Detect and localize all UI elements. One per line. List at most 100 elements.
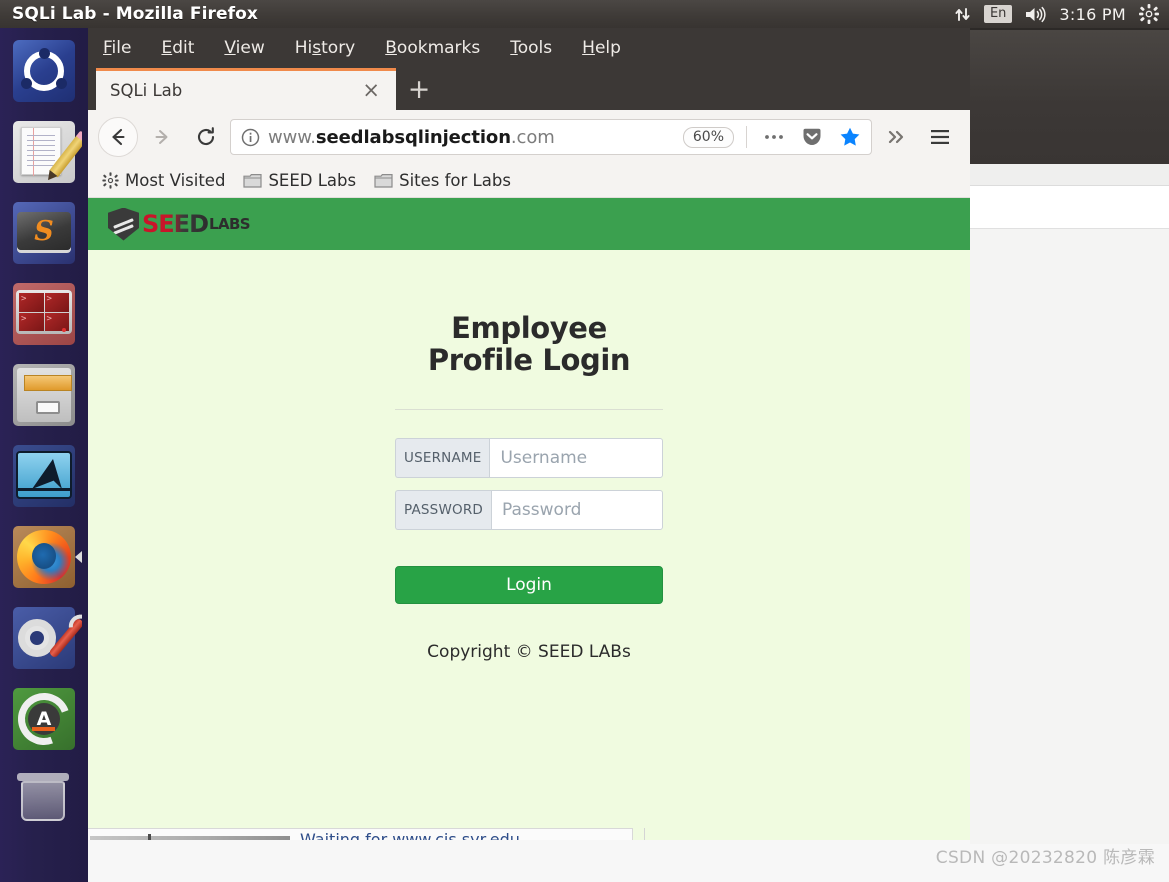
unity-launcher: S > > > > A bbox=[0, 28, 88, 882]
username-label: USERNAME bbox=[395, 437, 490, 478]
seed-shield-icon bbox=[108, 207, 139, 241]
logo-labs-text: LABS bbox=[209, 215, 251, 233]
login-section: Employee Profile Login USERNAME PASSWORD… bbox=[88, 250, 970, 662]
menu-file-label: ile bbox=[111, 38, 132, 58]
folder-icon bbox=[243, 173, 263, 189]
keyboard-language-indicator[interactable]: En bbox=[983, 5, 1013, 23]
wireshark-icon bbox=[13, 445, 75, 507]
screen: SQLi Lab - Mozilla Firefox En 3:16 PM S … bbox=[0, 0, 1169, 882]
firefox-icon bbox=[13, 526, 75, 588]
system-tray: En 3:16 PM bbox=[954, 4, 1169, 24]
info-circle-icon[interactable] bbox=[241, 128, 260, 147]
logo-seed-text: SEED bbox=[142, 210, 209, 238]
background-window-row-3 bbox=[970, 228, 1169, 844]
status-divider bbox=[644, 828, 645, 840]
launcher-item-files[interactable] bbox=[6, 357, 82, 433]
launcher-item-terminal[interactable] bbox=[6, 276, 82, 352]
tab-title: SQLi Lab bbox=[110, 81, 183, 100]
menu-help[interactable]: Help bbox=[579, 36, 624, 60]
url-prefix: www. bbox=[268, 126, 316, 148]
username-group: USERNAME bbox=[395, 437, 663, 478]
zoom-level-badge[interactable]: 60% bbox=[682, 126, 734, 148]
folder-icon bbox=[374, 173, 393, 189]
seed-labs-logo[interactable]: SEED LABS bbox=[108, 207, 251, 241]
site-header: SEED LABS bbox=[88, 198, 970, 250]
tab-strip: SQLi Lab × + bbox=[88, 68, 970, 110]
url-separator bbox=[746, 126, 747, 148]
bookmarks-toolbar: Most Visited SEED Labs Sites for Labs bbox=[88, 164, 970, 198]
gear-icon[interactable] bbox=[1139, 4, 1159, 24]
pocket-shield-icon[interactable] bbox=[797, 122, 827, 152]
url-domain: seedlabsqlinjection bbox=[315, 126, 511, 148]
status-bar: Waiting for www.cis.syr.edu... bbox=[88, 820, 970, 840]
menu-view[interactable]: View bbox=[221, 36, 267, 60]
menu-tools[interactable]: Tools bbox=[507, 36, 555, 60]
reload-icon[interactable] bbox=[186, 117, 226, 157]
new-tab-button[interactable]: + bbox=[396, 68, 442, 110]
sublime-text-icon: S bbox=[13, 202, 75, 264]
launcher-item-ubuntu-dash[interactable] bbox=[6, 33, 82, 109]
bookmark-seed-labs[interactable]: SEED Labs bbox=[243, 171, 356, 190]
web-page-content: SEED LABS Employee Profile Login USERNAM… bbox=[88, 198, 970, 840]
chevron-double-right-icon[interactable] bbox=[876, 117, 916, 157]
username-input[interactable] bbox=[489, 437, 663, 478]
login-button[interactable]: Login bbox=[395, 565, 663, 604]
password-input[interactable] bbox=[491, 489, 663, 530]
bookmark-sites-for-labs[interactable]: Sites for Labs bbox=[374, 171, 511, 190]
unity-top-panel: SQLi Lab - Mozilla Firefox En 3:16 PM bbox=[0, 0, 1169, 28]
star-filled-icon[interactable] bbox=[835, 122, 865, 152]
terminal-icon bbox=[13, 283, 75, 345]
close-icon[interactable]: × bbox=[356, 80, 386, 101]
volume-icon[interactable] bbox=[1025, 6, 1046, 23]
tab-sqli-lab[interactable]: SQLi Lab × bbox=[96, 68, 396, 110]
launcher-item-sublime-text[interactable]: S bbox=[6, 195, 82, 271]
menu-history[interactable]: History bbox=[292, 36, 359, 60]
ellipsis-icon[interactable] bbox=[759, 122, 789, 152]
page-load-progress bbox=[90, 834, 290, 840]
ubuntu-logo-icon bbox=[13, 40, 75, 102]
background-window-row-2 bbox=[970, 186, 1169, 228]
launcher-item-software-updater[interactable]: A bbox=[6, 681, 82, 757]
bookmark-label: Sites for Labs bbox=[399, 171, 511, 190]
bookmark-label: SEED Labs bbox=[268, 171, 357, 190]
url-suffix: .com bbox=[510, 126, 555, 148]
bookmark-label: Most Visited bbox=[125, 171, 226, 190]
text-editor-icon bbox=[13, 121, 82, 183]
password-label: PASSWORD bbox=[395, 489, 492, 530]
firefox-window: File Edit View History Bookmarks Tools H… bbox=[88, 28, 970, 882]
divider bbox=[395, 408, 663, 410]
back-arrow-icon[interactable] bbox=[98, 117, 138, 157]
window-title: SQLi Lab - Mozilla Firefox bbox=[12, 4, 258, 24]
menu-edit[interactable]: Edit bbox=[158, 36, 197, 60]
launcher-item-firefox[interactable] bbox=[6, 519, 82, 595]
password-group: PASSWORD bbox=[395, 489, 663, 530]
page-title: Employee Profile Login bbox=[427, 311, 631, 378]
launcher-item-system-settings[interactable] bbox=[6, 600, 82, 676]
watermark: CSDN @20232820 陈彦霖 bbox=[935, 848, 1155, 868]
url-text[interactable]: www.seedlabsqlinjection.com bbox=[268, 127, 675, 148]
bookmark-most-visited[interactable]: Most Visited bbox=[102, 171, 225, 190]
navigation-toolbar: www.seedlabsqlinjection.com 60% bbox=[88, 110, 970, 164]
launcher-item-wireshark[interactable] bbox=[6, 438, 82, 514]
network-up-down-icon[interactable] bbox=[954, 6, 971, 23]
launcher-item-trash[interactable] bbox=[6, 762, 82, 838]
login-box: Employee Profile Login USERNAME PASSWORD… bbox=[395, 312, 663, 662]
copyright-text: Copyright © SEED LABs bbox=[427, 641, 631, 662]
launcher-item-text-editor[interactable] bbox=[6, 114, 82, 190]
file-manager-icon bbox=[13, 364, 75, 426]
most-visited-icon bbox=[102, 172, 119, 189]
software-updater-icon: A bbox=[9, 684, 79, 754]
status-bar-inner: Waiting for www.cis.syr.edu... bbox=[88, 828, 633, 840]
forward-arrow-icon[interactable] bbox=[142, 117, 182, 157]
status-text: Waiting for www.cis.syr.edu... bbox=[300, 830, 536, 840]
menu-file[interactable]: File bbox=[100, 36, 134, 60]
background-window-titlebar[interactable] bbox=[970, 28, 1169, 164]
url-bar[interactable]: www.seedlabsqlinjection.com 60% bbox=[230, 119, 872, 155]
background-window-row-1 bbox=[970, 164, 1169, 186]
running-indicator-icon bbox=[75, 551, 82, 563]
clock[interactable]: 3:16 PM bbox=[1059, 5, 1126, 24]
menu-bookmarks[interactable]: Bookmarks bbox=[382, 36, 483, 60]
trash-icon bbox=[13, 769, 75, 831]
hamburger-menu-icon[interactable] bbox=[920, 117, 960, 157]
settings-gear-wrench-icon bbox=[13, 607, 82, 669]
